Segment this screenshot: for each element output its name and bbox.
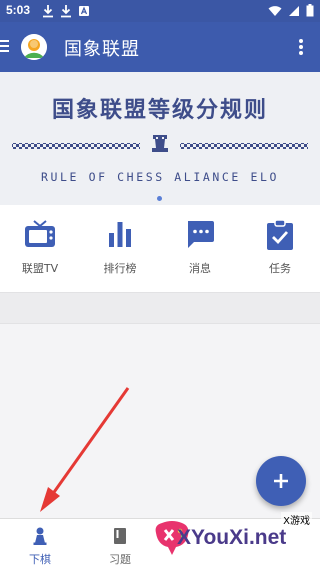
download-icon [61, 5, 71, 18]
signal-icon [289, 5, 299, 16]
tv-icon [25, 220, 55, 247]
watermark-badge: X游戏 [281, 512, 312, 527]
tab-label: 下棋 [29, 553, 51, 566]
quick-nav-messages[interactable]: 消息 [160, 205, 240, 292]
section-separator [0, 292, 320, 324]
tab-exercises[interactable]: 习题 [80, 519, 160, 568]
status-time: 5:03 [6, 3, 31, 17]
download-icon [43, 5, 53, 18]
quick-nav-label: 联盟TV [21, 262, 59, 275]
notification-a-icon [79, 6, 89, 16]
wifi-icon [268, 5, 282, 16]
banner-title-en: RULE OF CHESS ALIANCE ELO [40, 170, 280, 184]
quick-nav: 联盟TV 排行榜 消息 任务 [0, 205, 320, 292]
task-clipboard-icon [267, 219, 293, 250]
banner-title-cn: 国象联盟等级分规则 [51, 97, 268, 123]
tab-play[interactable]: 下棋 [0, 519, 80, 568]
more-vert-icon[interactable] [298, 37, 304, 57]
quick-nav-tasks[interactable]: 任务 [240, 205, 320, 292]
avatar[interactable] [21, 34, 47, 60]
user-avatar-icon [21, 34, 47, 60]
app-bar: 国象联盟 [0, 22, 320, 72]
banner-carousel[interactable]: 国象联盟等级分规则 RULE OF CHESS ALIANCE ELO [0, 72, 320, 205]
quick-nav-ranking[interactable]: 排行榜 [80, 205, 160, 292]
tab-label: 习题 [109, 553, 131, 566]
carousel-indicator-dot [157, 196, 162, 201]
add-fab-button[interactable] [256, 456, 306, 506]
battery-icon [306, 4, 314, 17]
quick-nav-label: 任务 [269, 262, 291, 275]
app-title: 国象联盟 [64, 39, 140, 60]
pawn-icon [33, 527, 47, 545]
plus-icon [274, 474, 288, 488]
bar-chart-icon [109, 222, 131, 247]
menu-icon[interactable] [0, 39, 10, 53]
status-bar: 5:03 [0, 0, 320, 22]
book-icon [114, 528, 126, 544]
quick-nav-label: 排行榜 [103, 262, 137, 275]
message-icon [188, 221, 214, 248]
watermark-site: XYouXi.net [177, 526, 287, 549]
checkered-divider-with-rook-icon [12, 135, 308, 152]
quick-nav-label: 消息 [189, 262, 211, 275]
quick-nav-tv[interactable]: 联盟TV [0, 205, 80, 292]
